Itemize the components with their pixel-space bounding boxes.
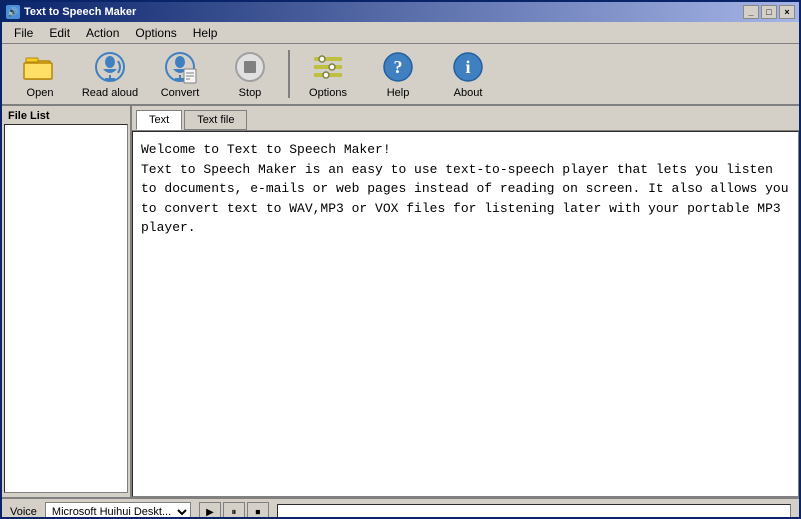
open-button[interactable]: Open (6, 47, 74, 101)
convert-icon (162, 49, 198, 85)
readaloud-icon (92, 49, 128, 85)
stop-icon (232, 49, 268, 85)
help-icon: ? (380, 49, 416, 85)
title-bar-left: 🔊 Text to Speech Maker (6, 5, 136, 19)
file-list-panel: File List (2, 106, 132, 497)
readaloud-button[interactable]: Read aloud (76, 47, 144, 101)
readaloud-label: Read aloud (82, 87, 138, 99)
menu-file[interactable]: File (6, 24, 41, 42)
window-controls: _ □ × (743, 5, 795, 19)
about-icon: i (450, 49, 486, 85)
voice-select[interactable]: Microsoft Huihui Deskt... Voice 2 Voice … (45, 502, 191, 519)
voice-label: Voice (10, 506, 37, 518)
file-list-header: File List (4, 108, 128, 124)
menu-edit[interactable]: Edit (41, 24, 78, 42)
play-button[interactable]: ▶ (199, 502, 221, 519)
open-label: Open (27, 87, 54, 99)
stop-button[interactable]: Stop (216, 47, 284, 101)
svg-text:i: i (465, 57, 470, 77)
text-area-container (132, 131, 799, 497)
toolbar: Open Read aloud (2, 44, 799, 106)
toolbar-separator (288, 50, 290, 98)
about-button[interactable]: i About (434, 47, 502, 101)
tabs-bar: Text Text file (132, 106, 799, 131)
file-list-content (4, 124, 128, 493)
title-bar: 🔊 Text to Speech Maker _ □ × (2, 2, 799, 22)
menu-options[interactable]: Options (127, 24, 184, 42)
convert-button[interactable]: Convert (146, 47, 214, 101)
progress-bar[interactable] (277, 504, 791, 519)
about-label: About (454, 87, 483, 99)
minimize-button[interactable]: _ (743, 5, 759, 19)
app-window: 🔊 Text to Speech Maker _ □ × File Edit A… (0, 0, 801, 519)
stop-label: Stop (239, 87, 262, 99)
menu-bar: File Edit Action Options Help (2, 22, 799, 44)
help-button[interactable]: ? Help (364, 47, 432, 101)
content-area: Text Text file (132, 106, 799, 497)
text-editor[interactable] (133, 132, 798, 496)
menu-action[interactable]: Action (78, 24, 127, 42)
help-label: Help (387, 87, 410, 99)
svg-text:?: ? (394, 57, 403, 77)
options-label: Options (309, 87, 347, 99)
tab-textfile[interactable]: Text file (184, 110, 247, 130)
open-icon (22, 49, 58, 85)
tab-text[interactable]: Text (136, 110, 182, 130)
convert-label: Convert (161, 87, 200, 99)
options-button[interactable]: Options (294, 47, 362, 101)
maximize-button[interactable]: □ (761, 5, 777, 19)
menu-help[interactable]: Help (185, 24, 226, 42)
bottom-bar: Voice Microsoft Huihui Deskt... Voice 2 … (2, 497, 799, 519)
close-button[interactable]: × (779, 5, 795, 19)
main-area: File List Text Text file (2, 106, 799, 497)
app-icon: 🔊 (6, 5, 20, 19)
window-title: Text to Speech Maker (24, 6, 136, 18)
playback-controls: ▶ ⏸ ⏹ (199, 502, 269, 519)
pause-button[interactable]: ⏸ (223, 502, 245, 519)
stop-playback-button[interactable]: ⏹ (247, 502, 269, 519)
options-icon (310, 49, 346, 85)
